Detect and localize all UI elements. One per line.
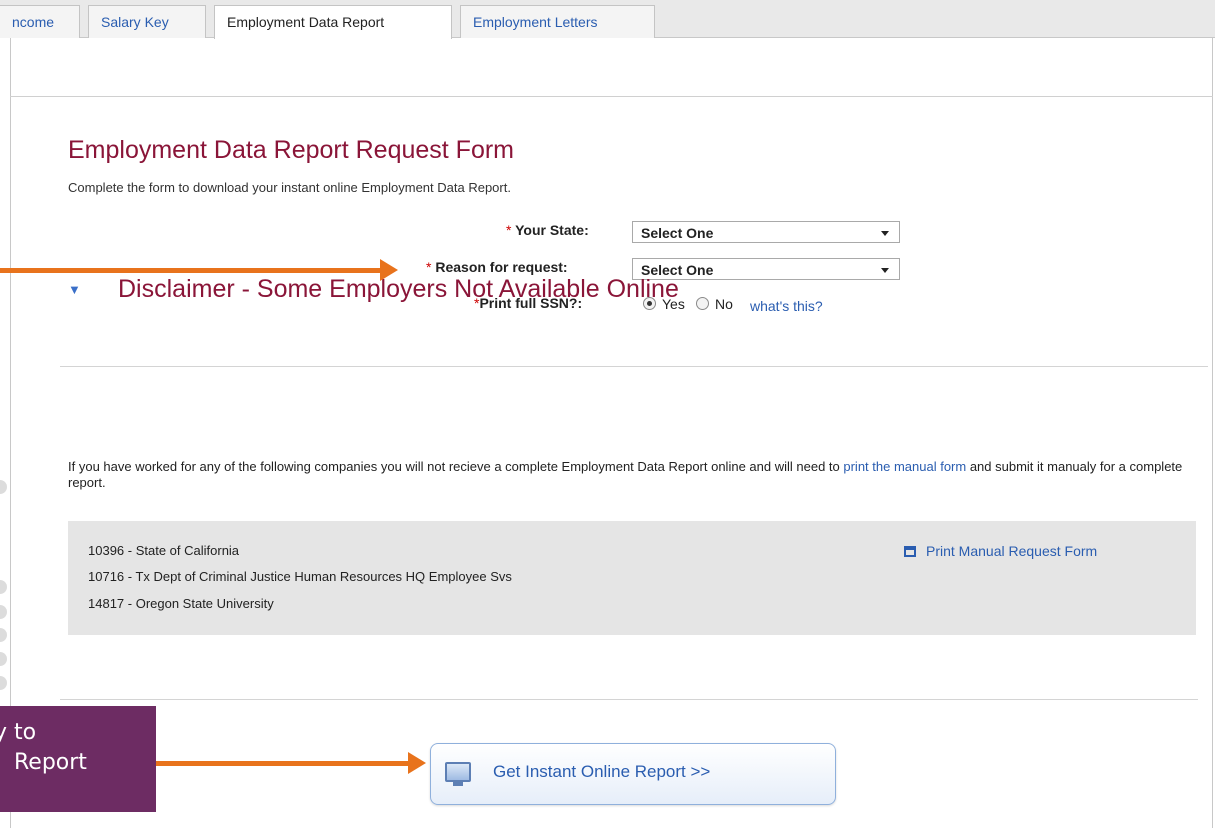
callout-line: y to — [0, 720, 37, 745]
tab-income[interactable]: ncome — [0, 5, 80, 38]
decorative-dot — [0, 676, 7, 690]
annotation-arrow-head — [380, 259, 398, 281]
decorative-dot — [0, 580, 7, 594]
decorative-dot — [0, 628, 7, 642]
tab-bar: ncome Salary Key Employment Data Report … — [0, 0, 1215, 39]
report-button-label: Get Instant Online Report >> — [493, 762, 711, 781]
annotation-arrow-line — [156, 761, 410, 766]
ssn-no-radio[interactable] — [696, 297, 709, 310]
tab-label: ncome — [12, 14, 55, 30]
collapse-triangle-icon[interactable]: ▼ — [68, 282, 81, 297]
print-manual-form-link[interactable]: print the manual form — [843, 459, 966, 474]
subbar-divider — [10, 96, 1213, 97]
reason-label-text: Reason for request: — [435, 259, 568, 275]
print-link-label: Print Manual Request Form — [926, 543, 1098, 559]
required-mark: * — [506, 222, 512, 238]
whats-this-link[interactable]: what's this? — [750, 298, 823, 314]
company-item: 14817 - Oregon State University — [88, 596, 274, 611]
panel-border-right — [1212, 38, 1213, 828]
chevron-down-icon — [881, 231, 889, 236]
reason-label: * Reason for request: — [426, 259, 568, 275]
tab-salary-key[interactable]: Salary Key — [88, 5, 206, 38]
disclaimer-text: If you have worked for any of the follow… — [68, 459, 1198, 491]
state-label: * Your State: — [506, 222, 589, 238]
ssn-no-label: No — [715, 296, 733, 312]
annotation-arrow-head — [408, 752, 426, 774]
print-manual-request-form-link[interactable]: Print Manual Request Form — [904, 543, 1097, 559]
tab-label: Employment Letters — [473, 14, 598, 30]
monitor-stand — [453, 782, 463, 786]
section-divider — [60, 366, 1208, 367]
state-select[interactable]: Select One — [632, 221, 900, 243]
form-title: Employment Data Report Request Form — [68, 136, 515, 164]
company-item: 10716 - Tx Dept of Criminal Justice Huma… — [88, 569, 512, 584]
state-select-value: Select One — [641, 225, 714, 241]
tab-label: Salary Key — [101, 14, 169, 30]
printer-icon — [904, 546, 916, 557]
decorative-dot — [0, 480, 7, 494]
state-label-text: Your State: — [515, 222, 589, 238]
disclaimer-title: Disclaimer - Some Employers Not Availabl… — [118, 275, 679, 303]
annotation-callout: y to Report — [0, 706, 156, 812]
form-subtitle: Complete the form to download your insta… — [68, 180, 511, 195]
annotation-arrow-line — [0, 268, 382, 273]
company-list-box: 10396 - State of California 10716 - Tx D… — [68, 521, 1196, 635]
company-item: 10396 - State of California — [88, 543, 240, 558]
tab-employment-letters[interactable]: Employment Letters — [460, 5, 655, 38]
get-instant-online-report-button[interactable]: Get Instant Online Report >> — [430, 743, 836, 805]
chevron-down-icon — [881, 268, 889, 273]
decorative-dot — [0, 605, 7, 619]
tab-label: Employment Data Report — [227, 14, 385, 30]
monitor-icon — [445, 762, 471, 782]
tab-employment-data-report[interactable]: Employment Data Report — [214, 5, 452, 39]
callout-line: Report — [14, 750, 87, 775]
required-mark: * — [426, 259, 432, 275]
section-divider — [60, 699, 1198, 700]
decorative-dot — [0, 652, 7, 666]
disclaimer-text-part: If you have worked for any of the follow… — [68, 459, 844, 474]
